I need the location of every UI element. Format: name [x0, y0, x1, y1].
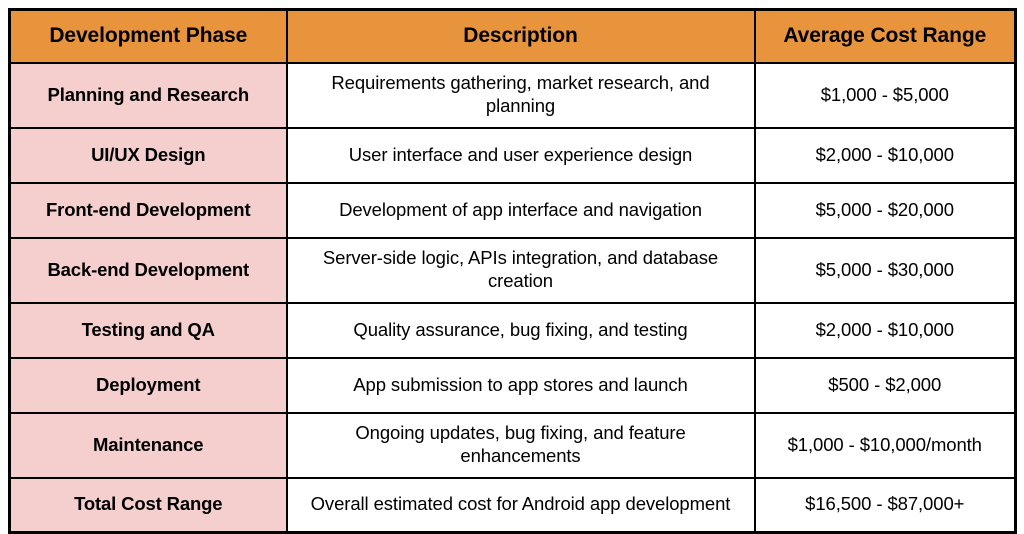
- column-header-average-cost-range: Average Cost Range: [753, 8, 1017, 64]
- cell-description: App submission to app stores and launch: [285, 356, 756, 414]
- cell-development-phase: UI/UX Design: [8, 126, 288, 184]
- table-row: Testing and QA Quality assurance, bug fix…: [8, 301, 1017, 359]
- table-row: UI/UX Design User interface and user expe…: [8, 126, 1017, 184]
- cell-description: Requirements gathering, market research,…: [285, 61, 756, 129]
- cell-development-phase: Total Cost Range: [8, 476, 288, 534]
- cell-description: Overall estimated cost for Android app d…: [285, 476, 756, 534]
- table-row: Total Cost Range Overall estimated cost f…: [8, 476, 1017, 534]
- cell-development-phase: Front-end Development: [8, 181, 288, 239]
- table-header: Development Phase Description Average Co…: [8, 8, 1017, 64]
- table-row: Back-end Development Server-side logic, A…: [8, 236, 1017, 304]
- table-row: Front-end Development Development of app …: [8, 181, 1017, 239]
- cell-average-cost-range: $1,000 - $5,000: [753, 61, 1017, 129]
- column-header-development-phase: Development Phase: [8, 8, 288, 64]
- cell-development-phase: Planning and Research: [8, 61, 288, 129]
- cell-average-cost-range: $5,000 - $20,000: [753, 181, 1017, 239]
- cell-description: Development of app interface and navigat…: [285, 181, 756, 239]
- cell-description: Ongoing updates, bug fixing, and feature…: [285, 411, 756, 479]
- cost-table-container: Development Phase Description Average Co…: [8, 8, 1017, 534]
- cell-description: Server-side logic, APIs integration, and…: [285, 236, 756, 304]
- table-row: Planning and Research Requirements gather…: [8, 61, 1017, 129]
- table-row: Deployment App submission to app stores a…: [8, 356, 1017, 414]
- column-header-description: Description: [285, 8, 756, 64]
- development-cost-table: Development Phase Description Average Co…: [8, 8, 1017, 534]
- cell-development-phase: Back-end Development: [8, 236, 288, 304]
- table-header-row: Development Phase Description Average Co…: [8, 8, 1017, 64]
- cell-average-cost-range: $16,500 - $87,000+: [753, 476, 1017, 534]
- cell-development-phase: Maintenance: [8, 411, 288, 479]
- cell-average-cost-range: $2,000 - $10,000: [753, 301, 1017, 359]
- table-row: Maintenance Ongoing updates, bug fixing, …: [8, 411, 1017, 479]
- cell-development-phase: Deployment: [8, 356, 288, 414]
- cell-average-cost-range: $1,000 - $10,000/month: [753, 411, 1017, 479]
- cell-average-cost-range: $2,000 - $10,000: [753, 126, 1017, 184]
- cell-average-cost-range: $5,000 - $30,000: [753, 236, 1017, 304]
- cell-description: User interface and user experience desig…: [285, 126, 756, 184]
- cell-development-phase: Testing and QA: [8, 301, 288, 359]
- table-body: Planning and Research Requirements gather…: [8, 61, 1017, 534]
- cell-average-cost-range: $500 - $2,000: [753, 356, 1017, 414]
- cell-description: Quality assurance, bug fixing, and testi…: [285, 301, 756, 359]
